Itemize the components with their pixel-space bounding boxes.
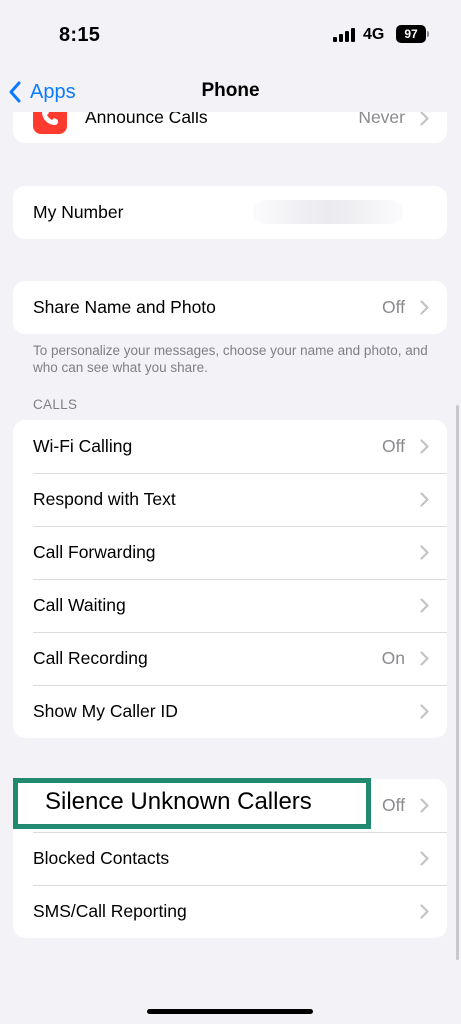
- phone-settings-screen: 8:15 4G 97 Phone Apps Announce Calls Nev…: [0, 0, 461, 1024]
- call-recording-row[interactable]: Call Recording On: [13, 632, 447, 685]
- chevron-right-icon: [420, 598, 429, 613]
- battery-tip: [427, 31, 429, 37]
- chevron-right-icon: [420, 651, 429, 666]
- status-time: 8:15: [59, 24, 101, 46]
- navigation-bar: Phone Apps: [0, 72, 461, 112]
- network-type: 4G: [363, 26, 385, 43]
- show-caller-id-row[interactable]: Show My Caller ID: [13, 685, 447, 738]
- share-name-footer: To personalize your messages, choose you…: [33, 343, 428, 375]
- wifi-calling-label: Wi-Fi Calling: [33, 436, 133, 456]
- share-name-label: Share Name and Photo: [33, 297, 216, 317]
- call-forwarding-label: Call Forwarding: [33, 542, 156, 562]
- battery-icon: 97: [396, 25, 426, 43]
- calls-group: Wi-Fi Calling Off Respond with Text Call…: [13, 420, 447, 738]
- wifi-calling-value: Off: [381, 436, 405, 456]
- chevron-right-icon: [420, 798, 429, 813]
- share-name-value: Off: [381, 297, 405, 317]
- blocked-contacts-label: Blocked Contacts: [33, 848, 170, 868]
- respond-with-text-label: Respond with Text: [33, 489, 176, 509]
- back-label: Apps: [30, 80, 76, 103]
- my-number-row[interactable]: My Number: [13, 186, 447, 239]
- chevron-right-icon: [420, 851, 429, 866]
- call-recording-value: On: [381, 648, 405, 668]
- chevron-right-icon: [420, 704, 429, 719]
- chevron-left-icon: [9, 81, 21, 103]
- silence-unknown-callers-label[interactable]: Silence Unknown Callers: [45, 788, 312, 816]
- scroll-indicator: [456, 405, 459, 960]
- chevron-right-icon: [420, 439, 429, 454]
- calls-section-header: CALLS: [33, 397, 78, 412]
- my-number-label: My Number: [33, 202, 124, 222]
- chevron-right-icon: [420, 904, 429, 919]
- chevron-right-icon: [420, 492, 429, 507]
- chevron-right-icon: [420, 111, 429, 126]
- chevron-right-icon: [420, 300, 429, 315]
- my-number-group: My Number: [13, 186, 447, 239]
- sms-call-reporting-row[interactable]: SMS/Call Reporting: [13, 885, 447, 938]
- share-name-group: Share Name and Photo Off: [13, 281, 447, 334]
- respond-with-text-row[interactable]: Respond with Text: [13, 473, 447, 526]
- call-waiting-label: Call Waiting: [33, 595, 126, 615]
- blocked-contacts-row[interactable]: Blocked Contacts: [13, 832, 447, 885]
- call-recording-label: Call Recording: [33, 648, 148, 668]
- chevron-right-icon: [420, 545, 429, 560]
- share-name-row[interactable]: Share Name and Photo Off: [13, 281, 447, 334]
- home-indicator[interactable]: [147, 1009, 313, 1014]
- show-caller-id-label: Show My Caller ID: [33, 701, 178, 721]
- back-button[interactable]: Apps: [6, 76, 76, 108]
- wifi-calling-row[interactable]: Wi-Fi Calling Off: [13, 420, 447, 473]
- silence-unknown-callers-value: Off: [381, 795, 405, 815]
- sms-call-reporting-label: SMS/Call Reporting: [33, 901, 187, 921]
- call-waiting-row[interactable]: Call Waiting: [13, 579, 447, 632]
- cellular-signal-icon: [333, 28, 357, 42]
- my-number-redacted: [253, 200, 403, 224]
- status-bar: 8:15 4G 97: [0, 0, 461, 72]
- call-forwarding-row[interactable]: Call Forwarding: [13, 526, 447, 579]
